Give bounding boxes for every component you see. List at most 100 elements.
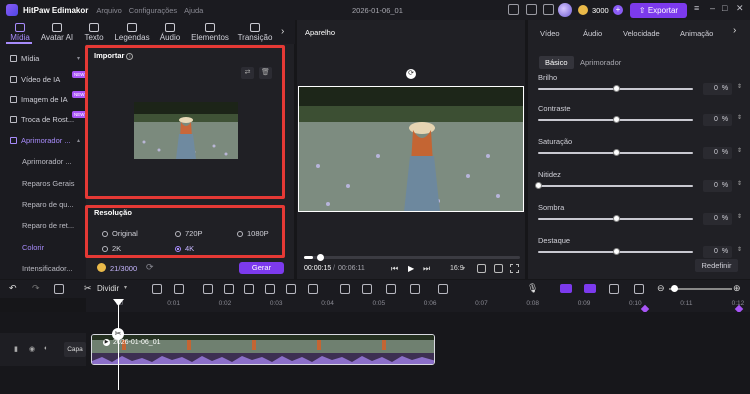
close-icon[interactable]: ✕ [736,3,744,14]
text-tool-icon[interactable] [174,284,184,294]
settings-icon[interactable] [494,264,503,273]
stepper-icon[interactable]: ⇕ [737,180,742,187]
tabs-next-icon[interactable]: › [281,26,284,37]
menu-icon[interactable]: ≡ [694,3,699,13]
progress-knob[interactable] [317,254,324,261]
slider-value-input[interactable]: 0% [703,83,732,95]
export-frame-icon[interactable] [438,284,448,294]
stepper-icon[interactable]: ⇕ [737,147,742,154]
tab-video[interactable]: Vídeo [540,29,560,38]
speed-icon[interactable] [265,284,275,294]
ai-tool-icon[interactable] [340,284,350,294]
slider-knob[interactable] [612,215,620,222]
fit-icon[interactable] [609,284,619,294]
zoom-in-icon[interactable]: ⊕ [733,283,741,294]
slider-value-input[interactable]: 0% [703,147,732,159]
clip-play-icon[interactable]: ▶ [103,339,110,346]
zoom-out-icon[interactable]: ⊖ [657,283,665,294]
export-button[interactable]: ⇧ Exportar [630,3,687,18]
tabs-next-icon[interactable]: › [733,25,736,36]
tab-animation[interactable]: Animação [680,29,713,38]
playhead[interactable] [118,300,119,390]
slider-value-input[interactable]: 0% [703,246,732,258]
replace-icon[interactable]: ⇄ [241,67,254,79]
sidebar-item-media[interactable]: Mídia ▾ [0,51,86,67]
slider-track[interactable] [538,185,693,187]
slider-knob[interactable] [612,85,620,92]
tab-text[interactable]: Texto [80,20,108,44]
sidebar-item-face-swap[interactable]: Troca de Rost... NEW [0,111,87,128]
fullscreen-icon[interactable] [510,264,519,273]
slider-knob[interactable] [612,149,620,156]
zoom-fit-icon[interactable] [634,284,644,294]
radio-original[interactable]: Original [102,229,138,238]
avatar[interactable] [558,3,572,17]
slider-knob[interactable] [612,116,620,123]
reset-button[interactable]: Redefinir [695,259,738,272]
sidebar-item-enhancer[interactable]: Aprimorador ... ▴ [0,133,86,149]
sidebar-item-ai-video[interactable]: Vídeo de IA NEW [0,71,87,88]
stepper-icon[interactable]: ⇕ [737,114,742,121]
generate-button[interactable]: Gerar [239,262,284,274]
tab-media[interactable]: Mídia [5,20,35,44]
freeze-icon[interactable] [203,284,213,294]
more-tools-icon[interactable] [410,284,420,294]
cover-button[interactable]: Capa [64,342,86,357]
delete-icon[interactable] [54,284,64,294]
maximize-icon[interactable]: □ [722,3,727,13]
sidebar-subitem[interactable]: Reparos Gerais [22,179,75,188]
stepper-icon[interactable]: ⇕ [737,83,742,90]
snapshot-icon[interactable] [477,264,486,273]
caption-icon[interactable] [362,284,372,294]
radio-1080p[interactable]: 1080P [237,229,269,238]
slider-value-input[interactable]: 0% [703,114,732,126]
tab-subtitles[interactable]: Legendas [112,20,152,44]
sidebar-item-ai-image[interactable]: Imagem de IA NEW [0,91,87,108]
subtab-enhancer[interactable]: Aprimorador [574,56,627,69]
mute-icon[interactable]: ◐ [44,345,48,352]
trash-icon[interactable]: 🗑 [259,67,272,79]
radio-4k[interactable]: 4K [175,244,194,253]
zoom-slider[interactable] [669,288,732,290]
sidebar-subitem[interactable]: Aprimorador ... [22,157,72,166]
redo-icon[interactable]: ↷ [32,283,40,294]
undo-icon[interactable]: ↶ [9,283,17,294]
video-clip[interactable]: ▶ 2026-01-06_01 [91,334,435,365]
stepper-icon[interactable]: ⇕ [737,246,742,253]
snap-icon[interactable] [584,284,596,293]
reverse-icon[interactable] [244,284,254,294]
tab-avatar-ai[interactable]: Avatar AI [38,20,76,44]
sidebar-subitem[interactable]: Reparo de ret... [22,221,74,230]
effects-icon[interactable] [308,284,318,294]
crop-icon[interactable] [152,284,162,294]
refresh-icon[interactable]: ⟳ [146,262,154,273]
timeline-ruler[interactable] [86,298,750,312]
split-icon[interactable]: ✂ [84,283,92,294]
menu-settings[interactable]: Configurações [129,6,177,15]
tab-speed[interactable]: Velocidade [623,29,660,38]
split-marker-icon[interactable]: ✂ [112,328,124,340]
shop-icon[interactable] [543,4,554,15]
slider-knob[interactable] [612,248,620,255]
play-icon[interactable]: ▶ [408,264,414,273]
audio-wave-icon[interactable] [286,284,296,294]
subtab-basic[interactable]: Básico [539,56,574,69]
rotate-icon[interactable]: ⟳ [406,69,416,79]
transform-icon[interactable] [224,284,234,294]
visibility-icon[interactable]: ◉ [29,345,35,353]
slider-value-input[interactable]: 0% [703,180,732,192]
slider-knob[interactable] [535,182,542,189]
menu-help[interactable]: Ajuda [184,6,203,15]
sidebar-subitem-selected[interactable]: Colorir [22,243,44,252]
minimize-icon[interactable]: – [710,3,715,13]
next-frame-icon[interactable]: ⏭ [423,264,430,274]
microphone-icon[interactable]: 🎙 [527,283,538,294]
add-credits-button[interactable]: + [613,5,623,15]
radio-2k[interactable]: 2K [102,244,121,253]
link-icon[interactable] [560,284,572,293]
stepper-icon[interactable]: ⇕ [737,213,742,220]
split-label[interactable]: Dividir [97,284,119,293]
tab-elements[interactable]: Elementos [188,20,232,44]
sidebar-subitem[interactable]: Intensificador... [22,264,72,273]
tab-transition[interactable]: Transição [236,20,274,44]
